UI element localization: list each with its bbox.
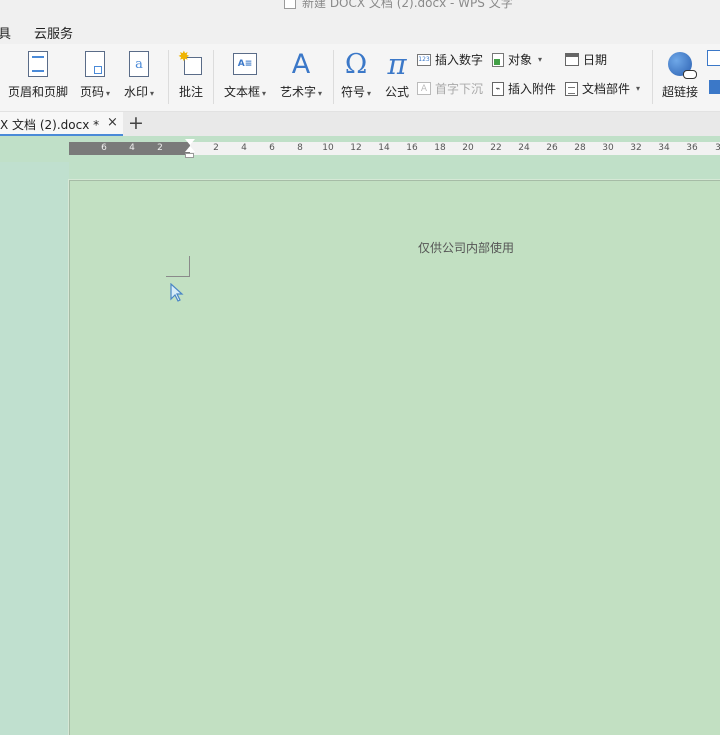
chevron-down-icon: ▾ <box>106 89 111 98</box>
menu-item-cloud-service[interactable]: 云服务 <box>34 23 73 42</box>
number-icon: 123 <box>417 53 431 66</box>
ribbon-divider <box>168 50 169 104</box>
ruler-label: 16 <box>406 143 418 153</box>
hyperlink-globe-icon <box>668 52 697 79</box>
watermark-icon: a <box>129 51 150 77</box>
object-icon <box>492 52 504 67</box>
ruler-label: 18 <box>434 143 446 153</box>
ruler-label: 6 <box>101 143 107 153</box>
page-header-text[interactable]: 仅供公司内部使用 <box>418 239 514 256</box>
ruler-label: 10 <box>322 143 334 153</box>
insert-ribbon: 页眉和页脚 页码 ▾ a 水印 ▾ ✸ 批注 A≡ 文本框 ▾ A 艺术字 ▾ Ω 符号… <box>0 44 720 112</box>
pi-formula-icon: π <box>387 46 407 81</box>
comment-icon: ✸ <box>178 49 203 76</box>
symbol-button[interactable]: Ω 符号 ▾ <box>341 49 371 100</box>
textbox-button[interactable]: A≡ 文本框 ▾ <box>224 49 266 100</box>
doc-parts-button[interactable]: 文档部件 ▾ <box>565 80 640 97</box>
ruler-label: 32 <box>630 143 642 153</box>
attachment-icon: ⌁ <box>492 81 504 96</box>
chevron-down-icon: ▾ <box>538 55 543 64</box>
header-footer-icon <box>28 51 48 77</box>
doc-parts-icon <box>565 81 578 96</box>
document-tab-bar: X 文档 (2).docx * × + <box>0 112 720 136</box>
ruler-label: 36 <box>686 143 698 153</box>
bookmark-icon[interactable] <box>707 50 720 66</box>
object-button[interactable]: 对象 ▾ <box>492 51 542 68</box>
ruler-label: 3 <box>715 143 720 153</box>
wordart-button[interactable]: A 艺术字 ▾ <box>280 49 322 100</box>
chevron-down-icon: ▾ <box>262 89 267 98</box>
drop-cap-icon: A <box>417 82 431 95</box>
ruler-label: 30 <box>602 143 614 153</box>
ruler-label: 4 <box>129 143 135 153</box>
drop-cap-button[interactable]: A 首字下沉 <box>417 80 483 97</box>
date-button[interactable]: 日期 <box>565 51 607 68</box>
page-number-button[interactable]: 页码 ▾ <box>80 49 110 100</box>
watermark-button[interactable]: a 水印 ▾ <box>124 49 154 100</box>
omega-symbol-icon: Ω <box>344 48 368 80</box>
page-number-icon <box>85 51 106 77</box>
ruler-label: 22 <box>490 143 502 153</box>
formula-button[interactable]: π 公式 <box>385 49 409 100</box>
mouse-pointer-icon <box>170 283 184 302</box>
ruler-label: 28 <box>574 143 586 153</box>
menu-item-tools[interactable]: 具 <box>0 23 11 42</box>
wordart-icon: A <box>291 48 311 80</box>
ruler-label: 6 <box>269 143 275 153</box>
margin-corner-mark <box>166 256 190 277</box>
comment-button[interactable]: ✸ 批注 <box>178 49 203 100</box>
insert-number-button[interactable]: 123 插入数字 <box>417 51 483 68</box>
ruler-label: 4 <box>241 143 247 153</box>
window-title: 新建 DOCX 文档 (2).docx - WPS 文字 <box>302 0 513 10</box>
insert-attachment-button[interactable]: ⌁ 插入附件 <box>492 80 556 97</box>
tab-document[interactable]: X 文档 (2).docx * × <box>0 112 123 136</box>
ribbon-divider <box>333 50 334 104</box>
chevron-down-icon: ▾ <box>318 89 323 98</box>
ribbon-divider <box>213 50 214 104</box>
hyperlink-button[interactable]: 超链接 <box>662 49 698 100</box>
ruler-label: 20 <box>462 143 474 153</box>
ribbon-divider <box>652 50 653 104</box>
ruler-label: 14 <box>378 143 390 153</box>
cross-reference-icon[interactable] <box>709 80 720 94</box>
textbox-icon: A≡ <box>233 53 258 75</box>
ruler-label: 34 <box>658 143 670 153</box>
ruler-label: 2 <box>157 143 163 153</box>
chevron-down-icon: ▾ <box>367 89 372 98</box>
document-icon <box>284 0 296 9</box>
new-tab-plus-icon[interactable]: + <box>128 113 144 133</box>
ruler-label: 26 <box>546 143 558 153</box>
calendar-icon <box>565 53 579 66</box>
ruler-label: 12 <box>350 143 362 153</box>
close-icon[interactable]: × <box>107 115 118 130</box>
ruler-label: 8 <box>297 143 303 153</box>
header-footer-button[interactable]: 页眉和页脚 <box>8 49 68 100</box>
ruler-label: 24 <box>518 143 530 153</box>
chevron-down-icon: ▾ <box>636 84 641 93</box>
indent-marker[interactable] <box>184 139 195 161</box>
ruler-label: 2 <box>213 143 219 153</box>
workspace-left-margin <box>0 162 69 735</box>
menu-bar: 具 云服务 <box>0 14 720 44</box>
title-bar: 新建 DOCX 文档 (2).docx - WPS 文字 <box>0 0 720 14</box>
chevron-down-icon: ▾ <box>150 89 155 98</box>
